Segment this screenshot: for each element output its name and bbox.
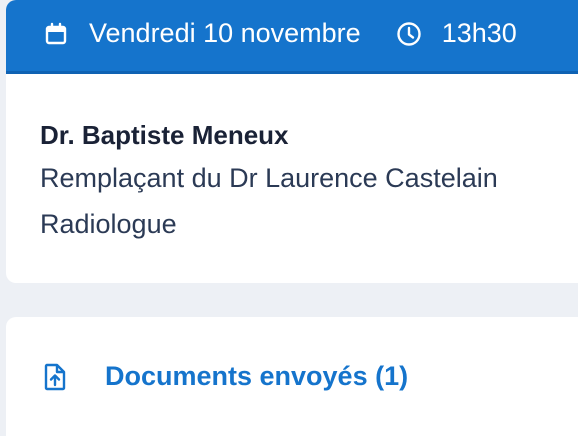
clock-icon — [396, 21, 422, 47]
appointment-time: 13h30 — [441, 18, 517, 48]
file-upload-icon — [42, 362, 68, 392]
doctor-info: Dr. Baptiste Meneux Remplaçant du Dr Lau… — [6, 74, 578, 239]
documents-sent-label: Documents envoyés (1) — [105, 361, 409, 391]
doctor-name: Dr. Baptiste Meneux — [40, 120, 289, 150]
documents-sent-link[interactable]: Documents envoyés (1) — [6, 317, 578, 436]
appointment-card: Vendredi 10 novembre 13h30 Dr. Baptiste … — [6, 0, 578, 283]
appointment-date: Vendredi 10 novembre — [89, 18, 361, 48]
appointment-time-group: 13h30 — [396, 18, 517, 49]
appointment-header: Vendredi 10 novembre 13h30 — [6, 0, 578, 74]
doctor-specialty: Radiologue — [40, 209, 177, 239]
calendar-icon — [43, 21, 69, 47]
doctor-replacement: Remplaçant du Dr Laurence Castelain — [40, 163, 498, 193]
